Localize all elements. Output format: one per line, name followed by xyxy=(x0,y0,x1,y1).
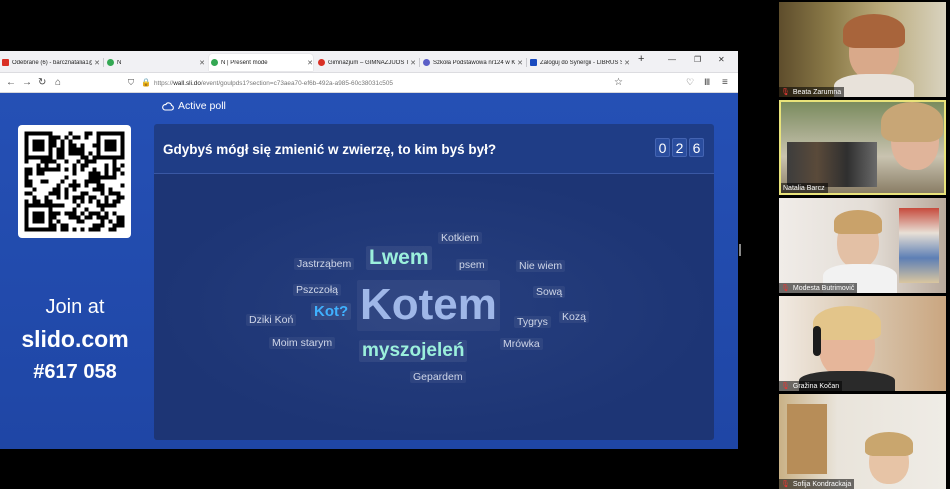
tab-title: N | Present mode xyxy=(221,59,268,66)
join-site: slido.com xyxy=(21,326,129,352)
response-counter: 0 2 6 xyxy=(653,138,704,157)
tab-bar: Odebrane (6) - barcznatalia1@ ✕ N ✕ N | … xyxy=(0,51,738,73)
word-koza: Kozą xyxy=(559,311,589,324)
word-kot-question: Kot? xyxy=(311,303,352,321)
tab-title: N xyxy=(117,59,122,66)
tab-slido-present[interactable]: N | Present mode ✕ xyxy=(209,54,313,71)
gimnazjum-icon xyxy=(318,59,325,66)
participant-name-bar: 🎙 Gražina Kočan xyxy=(779,381,843,391)
participant-tile[interactable]: 🎙 Beata Zarumna xyxy=(779,2,946,97)
url-path: /event/goulpds1?section=c73aea70-ef6b-49… xyxy=(200,79,393,87)
browser-window: Odebrane (6) - barcznatalia1@ ✕ N ✕ N | … xyxy=(0,51,738,449)
close-tab-icon[interactable]: ✕ xyxy=(94,59,100,67)
maximize-icon[interactable]: ❐ xyxy=(694,55,701,64)
lock-icon: 🔒 xyxy=(141,78,151,87)
cloud-icon xyxy=(162,101,174,111)
close-tab-icon[interactable]: ✕ xyxy=(624,59,630,67)
word-kotkiem: Kotkiem xyxy=(438,232,482,245)
resize-handle[interactable] xyxy=(739,244,741,256)
close-tab-icon[interactable]: ✕ xyxy=(307,59,313,67)
close-tab-icon[interactable]: ✕ xyxy=(410,59,416,67)
minimize-icon[interactable]: — xyxy=(668,55,676,64)
close-window-icon[interactable]: ✕ xyxy=(718,55,725,64)
word-jastrzabem: Jastrząbem xyxy=(294,258,355,271)
word-tygrys: Tygrys xyxy=(514,316,551,329)
word-lwem: Lwem xyxy=(366,246,432,271)
muted-mic-icon: 🎙 xyxy=(781,383,790,390)
participant-name: Sofija Kondrackaja xyxy=(792,480,852,488)
divider xyxy=(154,173,714,174)
word-mrowka: Mrówka xyxy=(500,338,543,351)
close-tab-icon[interactable]: ✕ xyxy=(199,59,205,67)
librus-icon xyxy=(530,59,537,66)
tab-title: Szkoła Podstawowa nr124 w Kr xyxy=(433,59,516,66)
word-gepardem: Gepardem xyxy=(410,371,466,384)
participant-name: Modesta Butrimovič xyxy=(792,284,855,292)
tab-gmail[interactable]: Odebrane (6) - barcznatalia1@ ✕ xyxy=(0,54,100,71)
school-icon xyxy=(423,59,430,66)
plus-icon[interactable]: + xyxy=(638,53,644,65)
close-tab-icon[interactable]: ✕ xyxy=(517,59,523,67)
forward-arrow-icon[interactable]: → xyxy=(22,76,32,89)
participant-name-bar: Natalia Barcz xyxy=(781,183,828,193)
menu-icon[interactable]: ≡ xyxy=(722,76,728,89)
tab-title: Zaloguj do Synergii - LIBRUS S xyxy=(540,59,623,66)
participant-name-bar: 🎙 Modesta Butrimovič xyxy=(779,283,858,293)
word-pszczola: Pszczołą xyxy=(293,284,342,297)
event-code: #617 058 xyxy=(33,361,117,383)
word-sowa: Sową xyxy=(533,286,566,299)
participant-tile[interactable]: 🎙 Gražina Kočan xyxy=(779,296,946,391)
word-kotem: Kotem xyxy=(357,280,500,331)
counter-digit: 2 xyxy=(672,138,687,157)
slido-icon xyxy=(211,59,218,66)
gmail-icon xyxy=(2,59,9,66)
participant-name-bar: 🎙 Beata Zarumna xyxy=(779,87,845,97)
participant-tile[interactable]: 🎙 Sofija Kondrackaja xyxy=(779,394,946,489)
tab-szkola[interactable]: Szkoła Podstawowa nr124 w Kr ✕ xyxy=(421,54,523,71)
tab-title: Odebrane (6) - barcznatalia1@ xyxy=(12,59,93,66)
active-poll-label: Active poll xyxy=(178,100,226,112)
tab-slido-1[interactable]: N ✕ xyxy=(105,54,205,71)
poll-question: Gdybyś mógł się zmienić w zwierzę, to ki… xyxy=(163,142,497,157)
participant-name-bar: 🎙 Sofija Kondrackaja xyxy=(779,479,855,489)
library-icon[interactable]: Ⅲ xyxy=(704,76,710,89)
muted-mic-icon: 🎙 xyxy=(781,481,790,488)
url-host: wall.sli.do xyxy=(173,79,201,87)
word-myszojelen: myszojeleń xyxy=(359,340,468,362)
word-dziki-kon: Dziki Koń xyxy=(246,314,297,327)
shield-icon[interactable]: ⛉ xyxy=(128,76,134,89)
word-moim-starym: Moim starym xyxy=(269,337,336,350)
tab-title: Gimnazjum – GIMNAZJUOS TIC xyxy=(328,59,409,66)
navigation-bar: ← → ↻ ⌂ ⛉ 🔒 https://wall.sli.do/event/go… xyxy=(0,73,738,93)
reload-icon[interactable]: ↻ xyxy=(38,76,46,89)
word-nie-wiem: Nie wiem xyxy=(516,260,566,273)
muted-mic-icon: 🎙 xyxy=(781,89,790,96)
participant-name: Gražina Kočan xyxy=(792,382,840,390)
back-arrow-icon[interactable]: ← xyxy=(6,76,16,89)
active-poll-indicator: Active poll xyxy=(162,100,226,112)
poll-card: Gdybyś mógł się zmienić w zwierzę, to ki… xyxy=(154,124,714,440)
muted-mic-icon: 🎙 xyxy=(781,285,790,292)
bookmark-star-icon[interactable]: ☆ xyxy=(614,76,623,89)
participant-name: Beata Zarumna xyxy=(792,88,842,96)
slido-present-view: Active poll Join at slido.com #617 058 G… xyxy=(0,93,738,449)
counter-digit: 0 xyxy=(655,138,670,157)
participant-tile[interactable]: Natalia Barcz xyxy=(779,100,946,195)
screen: Odebrane (6) - barcznatalia1@ ✕ N ✕ N | … xyxy=(0,0,950,489)
qr-code xyxy=(18,125,131,238)
join-label: Join at xyxy=(45,296,105,318)
tab-librus[interactable]: Zaloguj do Synergii - LIBRUS S ✕ xyxy=(528,54,630,71)
address-bar[interactable]: https://wall.sli.do/event/goulpds1?secti… xyxy=(154,76,664,90)
pocket-icon[interactable]: ♡ xyxy=(686,76,694,89)
counter-digit: 6 xyxy=(689,138,704,157)
home-icon[interactable]: ⌂ xyxy=(55,76,61,89)
url-prefix: https:// xyxy=(154,79,174,87)
slido-icon xyxy=(107,59,114,66)
tab-gimnazjum[interactable]: Gimnazjum – GIMNAZJUOS TIC ✕ xyxy=(316,54,416,71)
participant-tile[interactable]: 🎙 Modesta Butrimovič xyxy=(779,198,946,293)
participant-name: Natalia Barcz xyxy=(783,184,825,192)
word-psem: psem xyxy=(456,259,488,272)
